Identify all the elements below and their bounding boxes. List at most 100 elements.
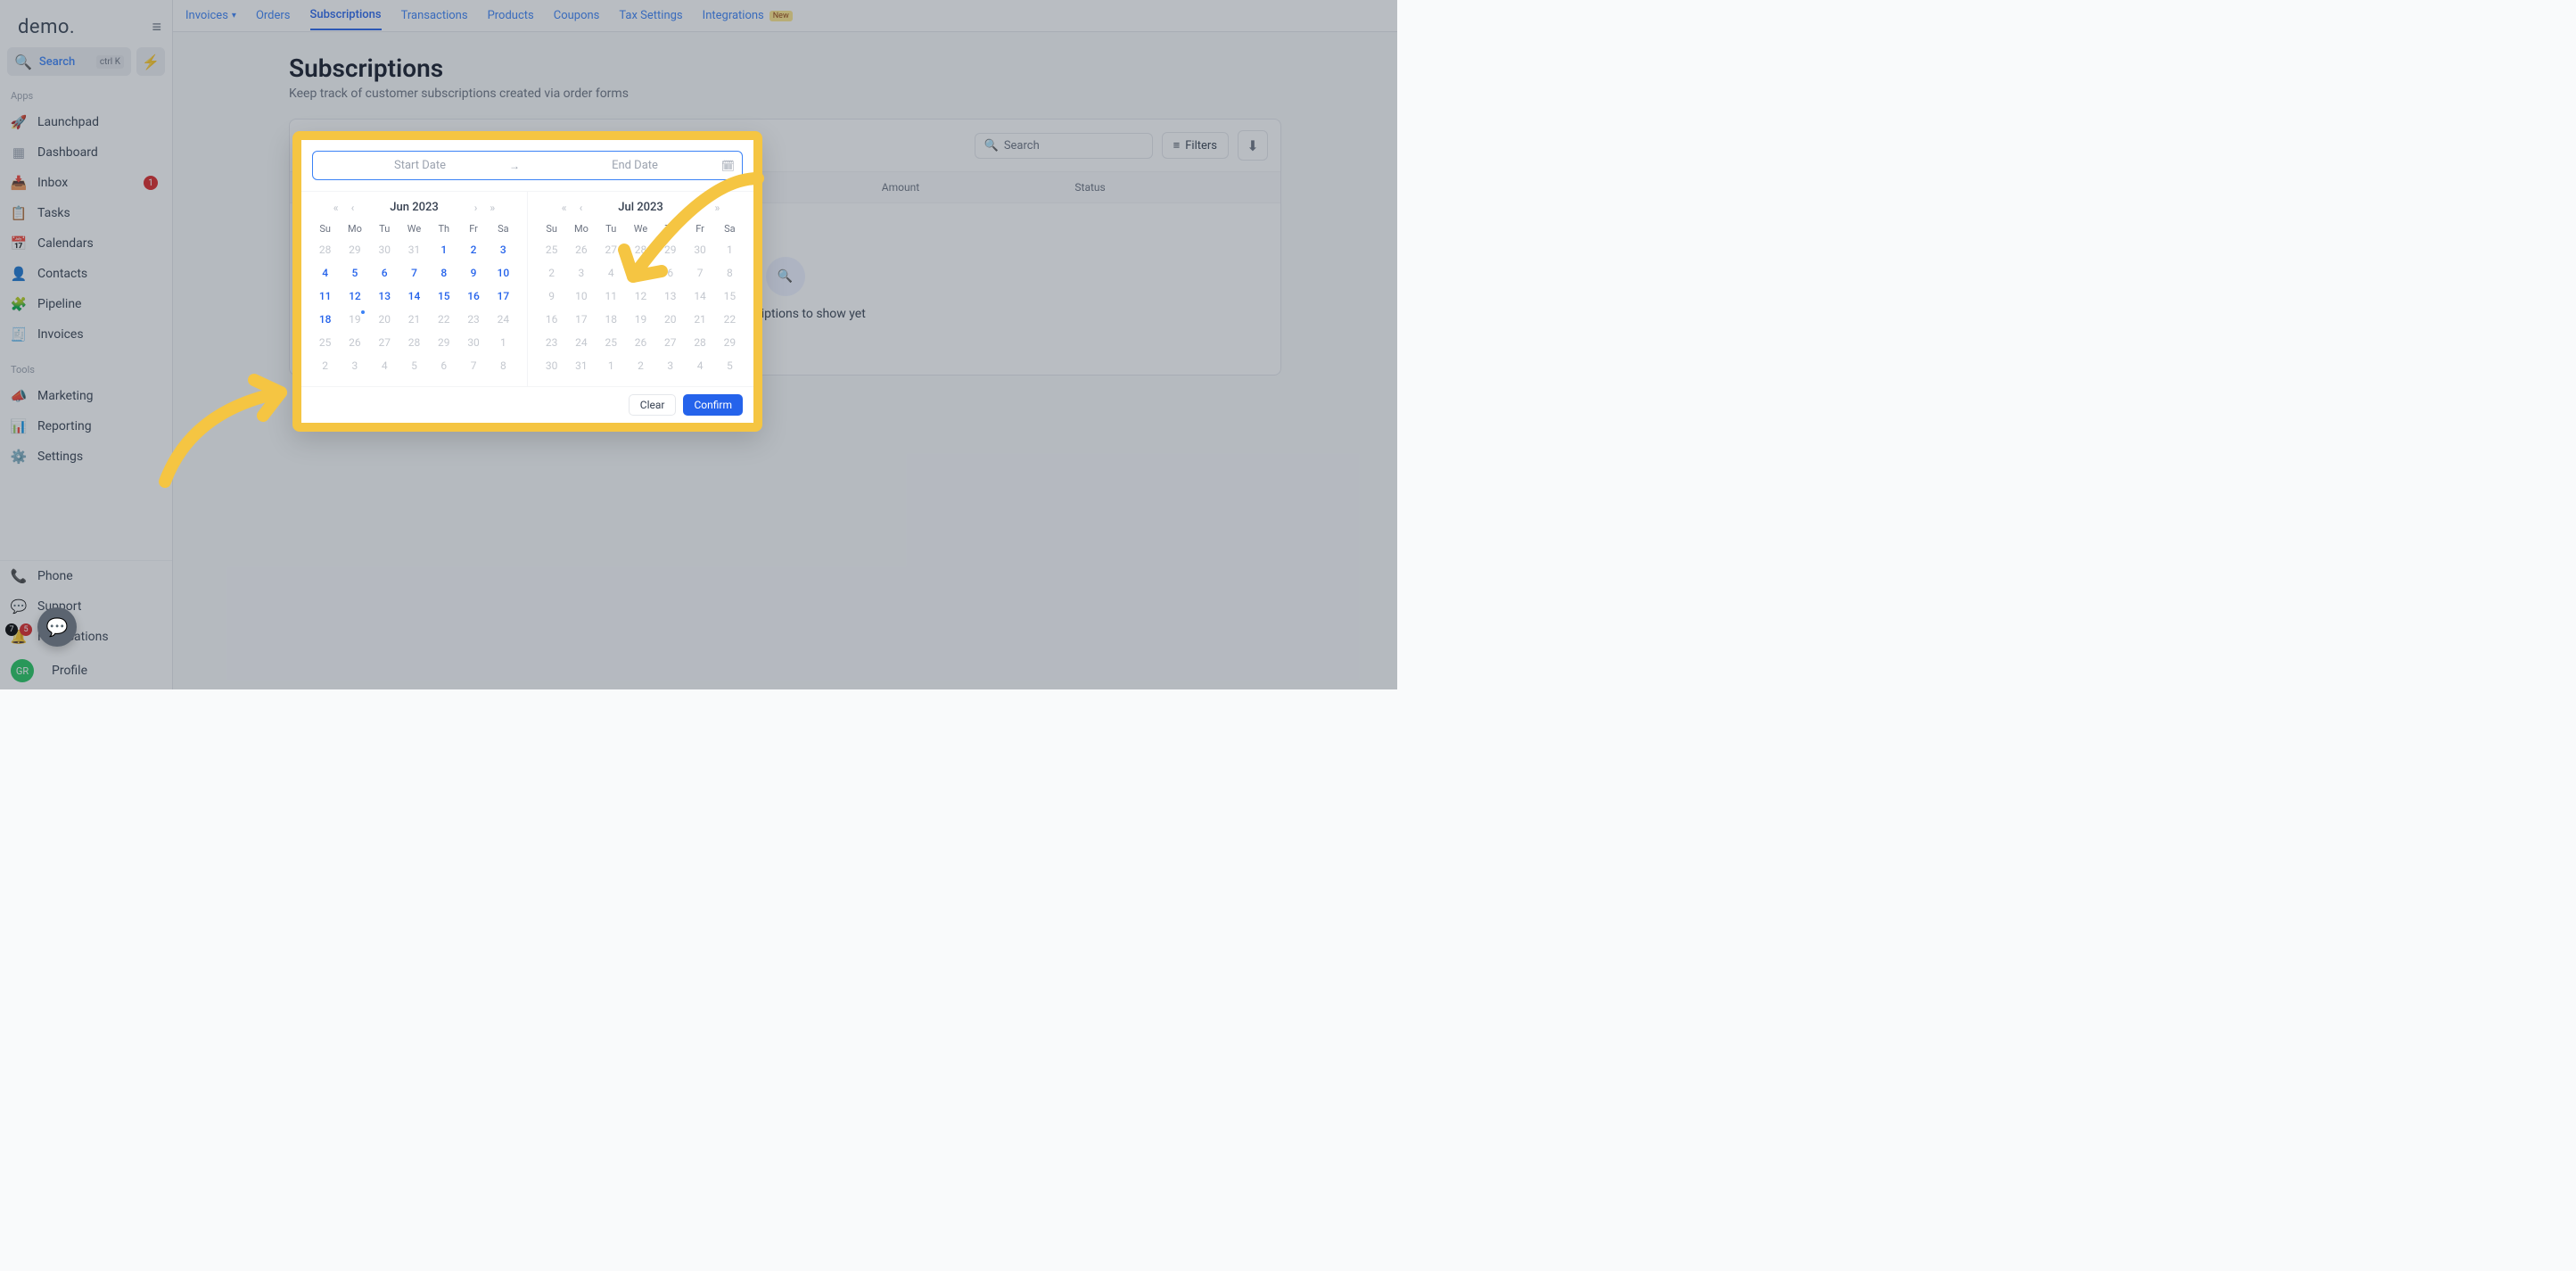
- day-cell[interactable]: 2: [537, 261, 566, 285]
- day-cell[interactable]: 3: [655, 354, 685, 377]
- end-date-input[interactable]: End Date 🗓: [528, 152, 742, 179]
- day-cell[interactable]: 4: [685, 354, 714, 377]
- day-cell[interactable]: 28: [685, 331, 714, 354]
- day-cell[interactable]: 11: [310, 285, 340, 308]
- next-month-icon[interactable]: ›: [471, 202, 481, 214]
- day-cell[interactable]: 29: [340, 238, 369, 261]
- day-cell[interactable]: 8: [489, 354, 518, 377]
- day-cell[interactable]: 30: [537, 354, 566, 377]
- day-cell[interactable]: 17: [566, 308, 596, 331]
- day-cell[interactable]: 14: [399, 285, 429, 308]
- day-cell[interactable]: 28: [626, 238, 655, 261]
- prev-month-icon[interactable]: ‹: [348, 202, 358, 214]
- day-cell[interactable]: 3: [489, 238, 518, 261]
- day-cell[interactable]: 31: [566, 354, 596, 377]
- day-cell[interactable]: 10: [566, 285, 596, 308]
- day-cell[interactable]: 3: [566, 261, 596, 285]
- day-cell[interactable]: 15: [429, 285, 458, 308]
- day-cell[interactable]: 18: [310, 308, 340, 331]
- day-cell[interactable]: 26: [566, 238, 596, 261]
- day-cell[interactable]: 29: [715, 331, 745, 354]
- day-cell[interactable]: 22: [429, 308, 458, 331]
- confirm-button[interactable]: Confirm: [683, 394, 743, 416]
- day-cell[interactable]: 4: [597, 261, 626, 285]
- day-cell[interactable]: 7: [399, 261, 429, 285]
- day-cell[interactable]: 25: [597, 331, 626, 354]
- day-cell[interactable]: 27: [597, 238, 626, 261]
- date-inputs: Start Date → End Date 🗓: [312, 151, 743, 180]
- day-cell[interactable]: 26: [626, 331, 655, 354]
- day-cell[interactable]: 24: [566, 331, 596, 354]
- day-cell[interactable]: 27: [655, 331, 685, 354]
- day-cell[interactable]: 16: [537, 308, 566, 331]
- day-cell[interactable]: 1: [597, 354, 626, 377]
- day-cell[interactable]: 21: [399, 308, 429, 331]
- day-cell[interactable]: 12: [626, 285, 655, 308]
- day-cell[interactable]: 13: [655, 285, 685, 308]
- day-cell[interactable]: 14: [685, 285, 714, 308]
- day-cell[interactable]: 1: [489, 331, 518, 354]
- start-date-input[interactable]: Start Date →: [313, 152, 528, 179]
- day-cell[interactable]: 30: [370, 238, 399, 261]
- day-cell[interactable]: 29: [655, 238, 685, 261]
- day-cell[interactable]: 25: [537, 238, 566, 261]
- day-cell[interactable]: 6: [370, 261, 399, 285]
- clear-button[interactable]: Clear: [629, 394, 677, 416]
- day-cell[interactable]: 10: [489, 261, 518, 285]
- day-cell[interactable]: 5: [626, 261, 655, 285]
- day-cell[interactable]: 7: [685, 261, 714, 285]
- day-cell[interactable]: 30: [685, 238, 714, 261]
- day-cell[interactable]: 7: [458, 354, 488, 377]
- day-cell[interactable]: 27: [370, 331, 399, 354]
- day-cell[interactable]: 3: [340, 354, 369, 377]
- day-cell[interactable]: 20: [655, 308, 685, 331]
- next-year-icon[interactable]: »: [486, 202, 498, 214]
- day-cell[interactable]: 6: [655, 261, 685, 285]
- day-cell[interactable]: 9: [537, 285, 566, 308]
- next-month-icon[interactable]: ›: [695, 202, 706, 214]
- day-cell[interactable]: 13: [370, 285, 399, 308]
- day-cell[interactable]: 29: [429, 331, 458, 354]
- prev-year-icon[interactable]: «: [330, 202, 342, 214]
- day-cell[interactable]: 31: [399, 238, 429, 261]
- day-cell[interactable]: 19: [340, 308, 369, 331]
- dow-cell: Th: [429, 223, 458, 235]
- day-cell[interactable]: 28: [399, 331, 429, 354]
- day-cell[interactable]: 21: [685, 308, 714, 331]
- day-cell[interactable]: 18: [597, 308, 626, 331]
- day-cell[interactable]: 11: [597, 285, 626, 308]
- day-cell[interactable]: 28: [310, 238, 340, 261]
- day-cell[interactable]: 5: [715, 354, 745, 377]
- day-cell[interactable]: 4: [310, 261, 340, 285]
- chat-fab[interactable]: 💬: [37, 607, 77, 647]
- day-cell[interactable]: 2: [626, 354, 655, 377]
- day-cell[interactable]: 19: [626, 308, 655, 331]
- day-cell[interactable]: 17: [489, 285, 518, 308]
- day-cell[interactable]: 2: [310, 354, 340, 377]
- day-cell[interactable]: 8: [715, 261, 745, 285]
- day-cell[interactable]: 30: [458, 331, 488, 354]
- day-cell[interactable]: 20: [370, 308, 399, 331]
- day-cell[interactable]: 5: [340, 261, 369, 285]
- day-cell[interactable]: 15: [715, 285, 745, 308]
- day-cell[interactable]: 16: [458, 285, 488, 308]
- day-cell[interactable]: 12: [340, 285, 369, 308]
- day-cell[interactable]: 2: [458, 238, 488, 261]
- day-cell[interactable]: 1: [429, 238, 458, 261]
- day-cell[interactable]: 25: [310, 331, 340, 354]
- day-cell[interactable]: 9: [458, 261, 488, 285]
- prev-year-icon[interactable]: «: [558, 202, 571, 214]
- day-cell[interactable]: 24: [489, 308, 518, 331]
- day-cell[interactable]: 5: [399, 354, 429, 377]
- next-year-icon[interactable]: »: [711, 202, 723, 214]
- day-cell[interactable]: 8: [429, 261, 458, 285]
- day-cell[interactable]: 1: [715, 238, 745, 261]
- day-cell[interactable]: 23: [537, 331, 566, 354]
- day-cell[interactable]: 4: [370, 354, 399, 377]
- day-cell[interactable]: 26: [340, 331, 369, 354]
- day-cell[interactable]: 6: [429, 354, 458, 377]
- prev-month-icon[interactable]: ‹: [576, 202, 587, 214]
- day-cell[interactable]: 23: [458, 308, 488, 331]
- datepicker-footer: Clear Confirm: [301, 386, 753, 423]
- day-cell[interactable]: 22: [715, 308, 745, 331]
